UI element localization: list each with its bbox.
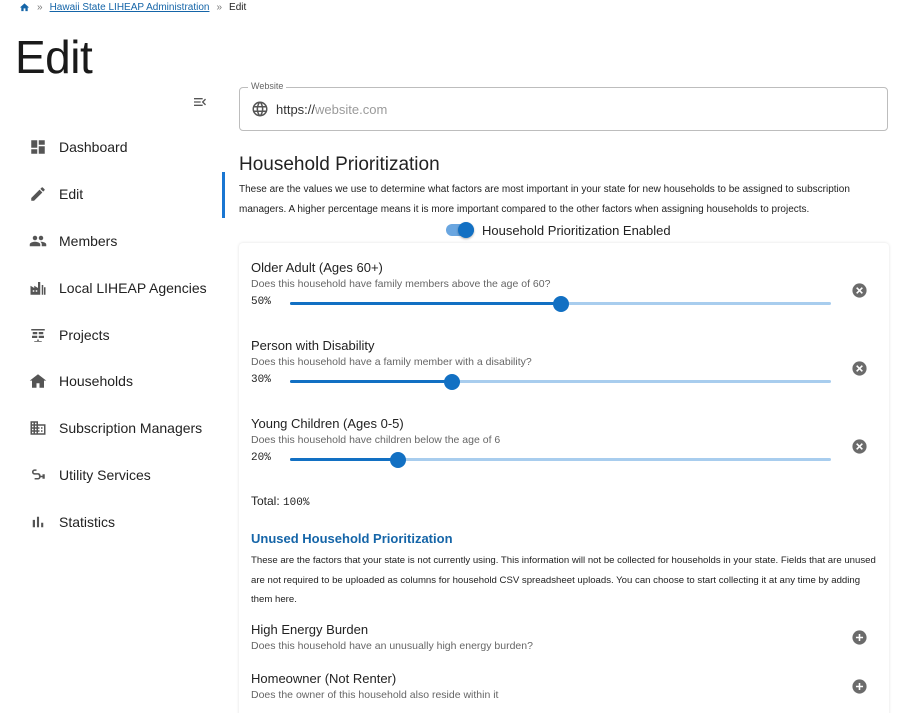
toggle-switch[interactable] [445, 221, 475, 239]
factor-item: Young Children (Ages 0-5) Does this hous… [251, 416, 881, 471]
breadcrumb-link-parent[interactable]: Hawaii State LIHEAP Administration [50, 2, 210, 13]
factor-question: Does this household have a family member… [251, 356, 532, 368]
sidebar-item-edit[interactable]: Edit [0, 171, 223, 218]
factor-percent: 20% [251, 452, 271, 464]
breadcrumb-separator: » [216, 2, 223, 13]
sidebar-item-utility-services[interactable]: Utility Services [0, 452, 223, 499]
sidebar-item-projects[interactable]: Projects [0, 311, 223, 358]
section-description: These are the values we use to determine… [239, 184, 850, 215]
sidebar-item-label: Utility Services [59, 466, 151, 483]
sidebar-item-label: Edit [59, 186, 84, 203]
factor-question: Does this household have family members … [251, 278, 551, 290]
solar-panel-icon [29, 326, 47, 344]
total-label: Total: [251, 494, 280, 508]
factor-question: Does this household have children below … [251, 434, 501, 446]
unused-factor-item: High Energy Burden Does this household h… [251, 622, 881, 652]
slider-thumb[interactable] [444, 374, 461, 390]
page-title: Edit [15, 31, 93, 83]
building-icon [29, 419, 47, 437]
factor-item: Older Adult (Ages 60+) Does this househo… [251, 260, 881, 315]
people-icon [29, 232, 47, 250]
remove-factor-icon[interactable] [851, 282, 868, 299]
unused-factor-item: Homeowner (Not Renter) Does the owner of… [251, 671, 881, 701]
sidebar-item-dashboard[interactable]: Dashboard [0, 124, 223, 171]
bar-chart-icon [29, 513, 47, 531]
factor-title: Person with Disability [251, 338, 375, 353]
factor-title: High Energy Burden [251, 622, 369, 637]
pencil-icon [29, 185, 47, 203]
breadcrumb: » Hawaii State LIHEAP Administration » E… [19, 2, 246, 13]
sidebar-item-statistics[interactable]: Statistics [0, 498, 223, 545]
factor-question: Does the owner of this household also re… [251, 689, 499, 701]
globe-icon [252, 101, 268, 117]
total-row: Total: 100% [251, 494, 309, 509]
sidebar-item-local-liheap-agencies[interactable]: Local LIHEAP Agencies [0, 264, 223, 311]
sidebar-item-subscription-managers[interactable]: Subscription Managers [0, 405, 223, 452]
factory-icon [29, 279, 47, 297]
prioritization-toggle[interactable]: Household Prioritization Enabled [445, 221, 671, 239]
factor-percent: 30% [251, 374, 271, 386]
website-prefix: https:// [276, 101, 316, 117]
breadcrumb-current: Edit [229, 2, 247, 13]
sidebar-item-label: Projects [59, 326, 110, 343]
total-value: 100% [283, 497, 310, 509]
sidebar-item-label: Local LIHEAP Agencies [59, 279, 207, 296]
factor-percent: 50% [251, 296, 271, 308]
remove-factor-icon[interactable] [851, 360, 868, 377]
add-factor-icon[interactable] [851, 678, 868, 695]
sidebar-item-label: Members [59, 232, 118, 249]
sidebar-item-households[interactable]: Households [0, 358, 223, 405]
unused-section-title: Unused Household Prioritization [251, 531, 453, 546]
toggle-label: Household Prioritization Enabled [482, 222, 671, 238]
sidebar-item-label: Statistics [59, 513, 116, 530]
factor-slider[interactable] [290, 452, 831, 468]
collapse-menu-icon[interactable] [191, 94, 209, 110]
slider-thumb[interactable] [390, 452, 407, 468]
factor-item: Person with Disability Does this househo… [251, 338, 881, 393]
house-icon [29, 372, 47, 390]
sidebar-item-members[interactable]: Members [0, 218, 223, 265]
add-factor-icon[interactable] [851, 629, 868, 646]
home-icon[interactable] [19, 2, 30, 13]
active-indicator [222, 172, 225, 218]
section-title: Household Prioritization [239, 154, 440, 175]
unused-section-description: These are the factors that your state is… [251, 555, 876, 605]
factor-title: Homeowner (Not Renter) [251, 671, 397, 686]
factor-slider[interactable] [290, 374, 831, 390]
sidebar: Dashboard Edit Members Local LIHEAP Agen… [0, 124, 223, 545]
website-label: Website [248, 81, 287, 91]
breadcrumb-separator: » [37, 2, 43, 13]
slider-thumb[interactable] [552, 296, 569, 312]
factor-title: Young Children (Ages 0-5) [251, 416, 404, 431]
plug-icon [29, 466, 47, 484]
website-field[interactable]: Website https:// [239, 81, 888, 131]
remove-factor-icon[interactable] [851, 438, 868, 455]
sidebar-item-label: Subscription Managers [59, 420, 203, 437]
factor-slider[interactable] [290, 296, 831, 312]
sidebar-item-label: Dashboard [59, 139, 128, 156]
dashboard-icon [29, 138, 47, 156]
sidebar-item-label: Households [59, 373, 133, 390]
website-input[interactable] [315, 101, 836, 117]
factor-title: Older Adult (Ages 60+) [251, 260, 383, 275]
factor-question: Does this household have an unusually hi… [251, 640, 533, 652]
